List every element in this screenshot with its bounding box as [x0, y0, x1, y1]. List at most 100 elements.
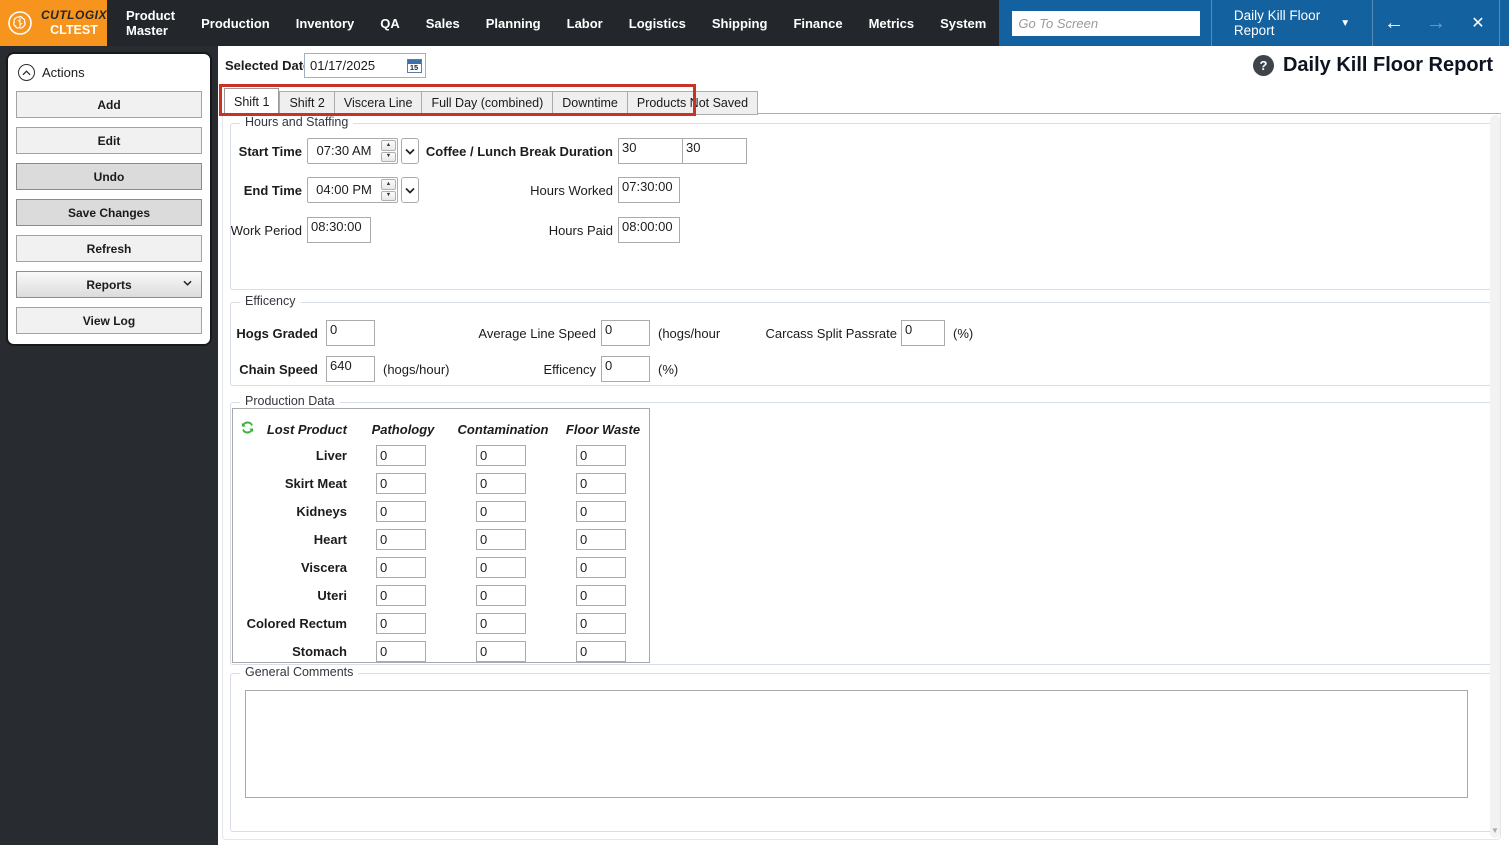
- menu-sales[interactable]: Sales: [413, 0, 473, 46]
- top-menu-bar: CUTLOGIX CLTEST Product Master Productio…: [0, 0, 1509, 46]
- tab-products-not-saved[interactable]: Products Not Saved: [627, 91, 759, 115]
- menu-production[interactable]: Production: [188, 0, 283, 46]
- app-logo[interactable]: CUTLOGIX CLTEST: [0, 0, 107, 46]
- refresh-icon[interactable]: [240, 420, 255, 435]
- table-row-skirt-meat: Skirt Meat: [233, 469, 649, 497]
- go-to-screen-input[interactable]: [1012, 10, 1201, 36]
- page-title: Daily Kill Floor Report: [1282, 54, 1493, 76]
- kidneys-contamination-input[interactable]: [476, 500, 526, 522]
- table-row-heart: Heart: [233, 525, 649, 553]
- uteri-pathology-input[interactable]: [376, 584, 426, 606]
- date-value: 01/17/2025: [310, 58, 376, 73]
- chevron-down-icon: ▼: [1340, 17, 1351, 29]
- screen-selector-label: Daily Kill Floor Report: [1233, 8, 1321, 38]
- menu-labor[interactable]: Labor: [554, 0, 616, 46]
- viscera-contamination-input[interactable]: [476, 556, 526, 578]
- collapse-actions-icon[interactable]: [18, 64, 35, 81]
- view-log-button[interactable]: View Log: [16, 307, 202, 334]
- close-icon[interactable]: ✕: [1457, 13, 1499, 33]
- average-line-speed-input[interactable]: [601, 320, 650, 346]
- liver-contamination-input[interactable]: [476, 444, 526, 466]
- menu-system[interactable]: System: [927, 0, 999, 46]
- stomach-pathology-input[interactable]: [376, 640, 426, 662]
- selected-date-label: Selected Date: [225, 58, 311, 73]
- stomach-floor-waste-input[interactable]: [576, 640, 626, 662]
- skirt-meat-contamination-input[interactable]: [476, 472, 526, 494]
- average-line-speed-label: Average Line Speed: [478, 325, 596, 341]
- tab-viscera-line[interactable]: Viscera Line: [334, 91, 423, 115]
- kidneys-floor-waste-input[interactable]: [576, 500, 626, 522]
- row-label: Heart: [313, 531, 347, 547]
- save-changes-button[interactable]: Save Changes: [16, 199, 202, 226]
- colored-rectum-contamination-input[interactable]: [476, 612, 526, 634]
- group-title: Efficency: [240, 294, 301, 308]
- tab-shift-1[interactable]: Shift 1: [224, 88, 280, 115]
- sidebar: Actions Add Edit Undo Save Changes Refre…: [0, 46, 218, 845]
- liver-pathology-input[interactable]: [376, 444, 426, 466]
- break-duration-label: Coffee / Lunch Break Duration: [425, 143, 613, 159]
- table-row-stomach: Stomach: [233, 637, 649, 665]
- column-pathology: Pathology: [371, 421, 435, 437]
- colored-rectum-pathology-input[interactable]: [376, 612, 426, 634]
- menu-inventory[interactable]: Inventory: [283, 0, 368, 46]
- main-content: Selected Date 01/17/2025 15 ? Daily Kill…: [218, 46, 1509, 845]
- heart-floor-waste-input[interactable]: [576, 528, 626, 550]
- liver-floor-waste-input[interactable]: [576, 444, 626, 466]
- favorite-star-icon[interactable]: ☆: [1500, 11, 1509, 36]
- carcass-split-passrate-input[interactable]: [901, 320, 945, 346]
- heart-pathology-input[interactable]: [376, 528, 426, 550]
- menu-metrics[interactable]: Metrics: [856, 0, 928, 46]
- row-label: Liver: [315, 447, 347, 463]
- general-comments-input[interactable]: [245, 690, 1468, 798]
- skirt-meat-pathology-input[interactable]: [376, 472, 426, 494]
- uteri-contamination-input[interactable]: [476, 584, 526, 606]
- menu-qa[interactable]: QA: [367, 0, 413, 46]
- refresh-button[interactable]: Refresh: [16, 235, 202, 262]
- tab-downtime[interactable]: Downtime: [553, 91, 628, 115]
- heart-contamination-input[interactable]: [476, 528, 526, 550]
- cutlogix-brain-icon: [8, 11, 32, 35]
- stomach-contamination-input[interactable]: [476, 640, 526, 662]
- date-picker[interactable]: 01/17/2025 15: [304, 53, 426, 78]
- hours-paid-input[interactable]: [618, 217, 680, 243]
- menu-planning[interactable]: Planning: [473, 0, 554, 46]
- undo-button[interactable]: Undo: [16, 163, 202, 190]
- colored-rectum-floor-waste-input[interactable]: [576, 612, 626, 634]
- tab-full-day-combined[interactable]: Full Day (combined): [422, 91, 554, 115]
- help-icon[interactable]: ?: [1252, 55, 1274, 76]
- forward-arrow-icon[interactable]: →: [1415, 12, 1457, 35]
- add-button[interactable]: Add: [16, 91, 202, 118]
- screen-selector-dropdown[interactable]: Daily Kill Floor Report ▼: [1212, 0, 1372, 46]
- row-label: Uteri: [317, 587, 347, 603]
- group-title: General Comments: [240, 665, 359, 679]
- menu-finance[interactable]: Finance: [780, 0, 855, 46]
- reports-dropdown-button[interactable]: Reports: [16, 271, 202, 298]
- vertical-scrollbar[interactable]: ▼: [1490, 115, 1500, 838]
- chevron-down-icon: [183, 280, 192, 286]
- end-time-label: End Time: [243, 182, 302, 198]
- viscera-pathology-input[interactable]: [376, 556, 426, 578]
- menu-logistics[interactable]: Logistics: [616, 0, 699, 46]
- back-arrow-icon[interactable]: ←: [1373, 12, 1415, 35]
- hours-paid-label: Hours Paid: [548, 222, 613, 238]
- menu-shipping[interactable]: Shipping: [699, 0, 781, 46]
- efficency-input[interactable]: [601, 356, 650, 382]
- tab-shift-2[interactable]: Shift 2: [279, 91, 335, 115]
- table-row-liver: Liver: [233, 441, 649, 469]
- kidneys-pathology-input[interactable]: [376, 500, 426, 522]
- efficency-unit: (%): [658, 361, 679, 377]
- work-period-input[interactable]: [307, 217, 371, 243]
- uteri-floor-waste-input[interactable]: [576, 584, 626, 606]
- hours-worked-label: Hours Worked: [530, 182, 613, 198]
- break-duration-input-2[interactable]: [682, 138, 747, 164]
- carcass-split-passrate-unit: (%): [953, 325, 974, 341]
- calendar-button[interactable]: 15: [403, 54, 425, 77]
- scroll-down-icon[interactable]: ▼: [1490, 826, 1500, 835]
- row-label: Viscera: [300, 559, 347, 575]
- edit-button[interactable]: Edit: [16, 127, 202, 154]
- viscera-floor-waste-input[interactable]: [576, 556, 626, 578]
- menu-product-master[interactable]: Product Master: [113, 0, 188, 46]
- break-duration-input-1[interactable]: [618, 138, 683, 164]
- hours-worked-input[interactable]: [618, 177, 680, 203]
- skirt-meat-floor-waste-input[interactable]: [576, 472, 626, 494]
